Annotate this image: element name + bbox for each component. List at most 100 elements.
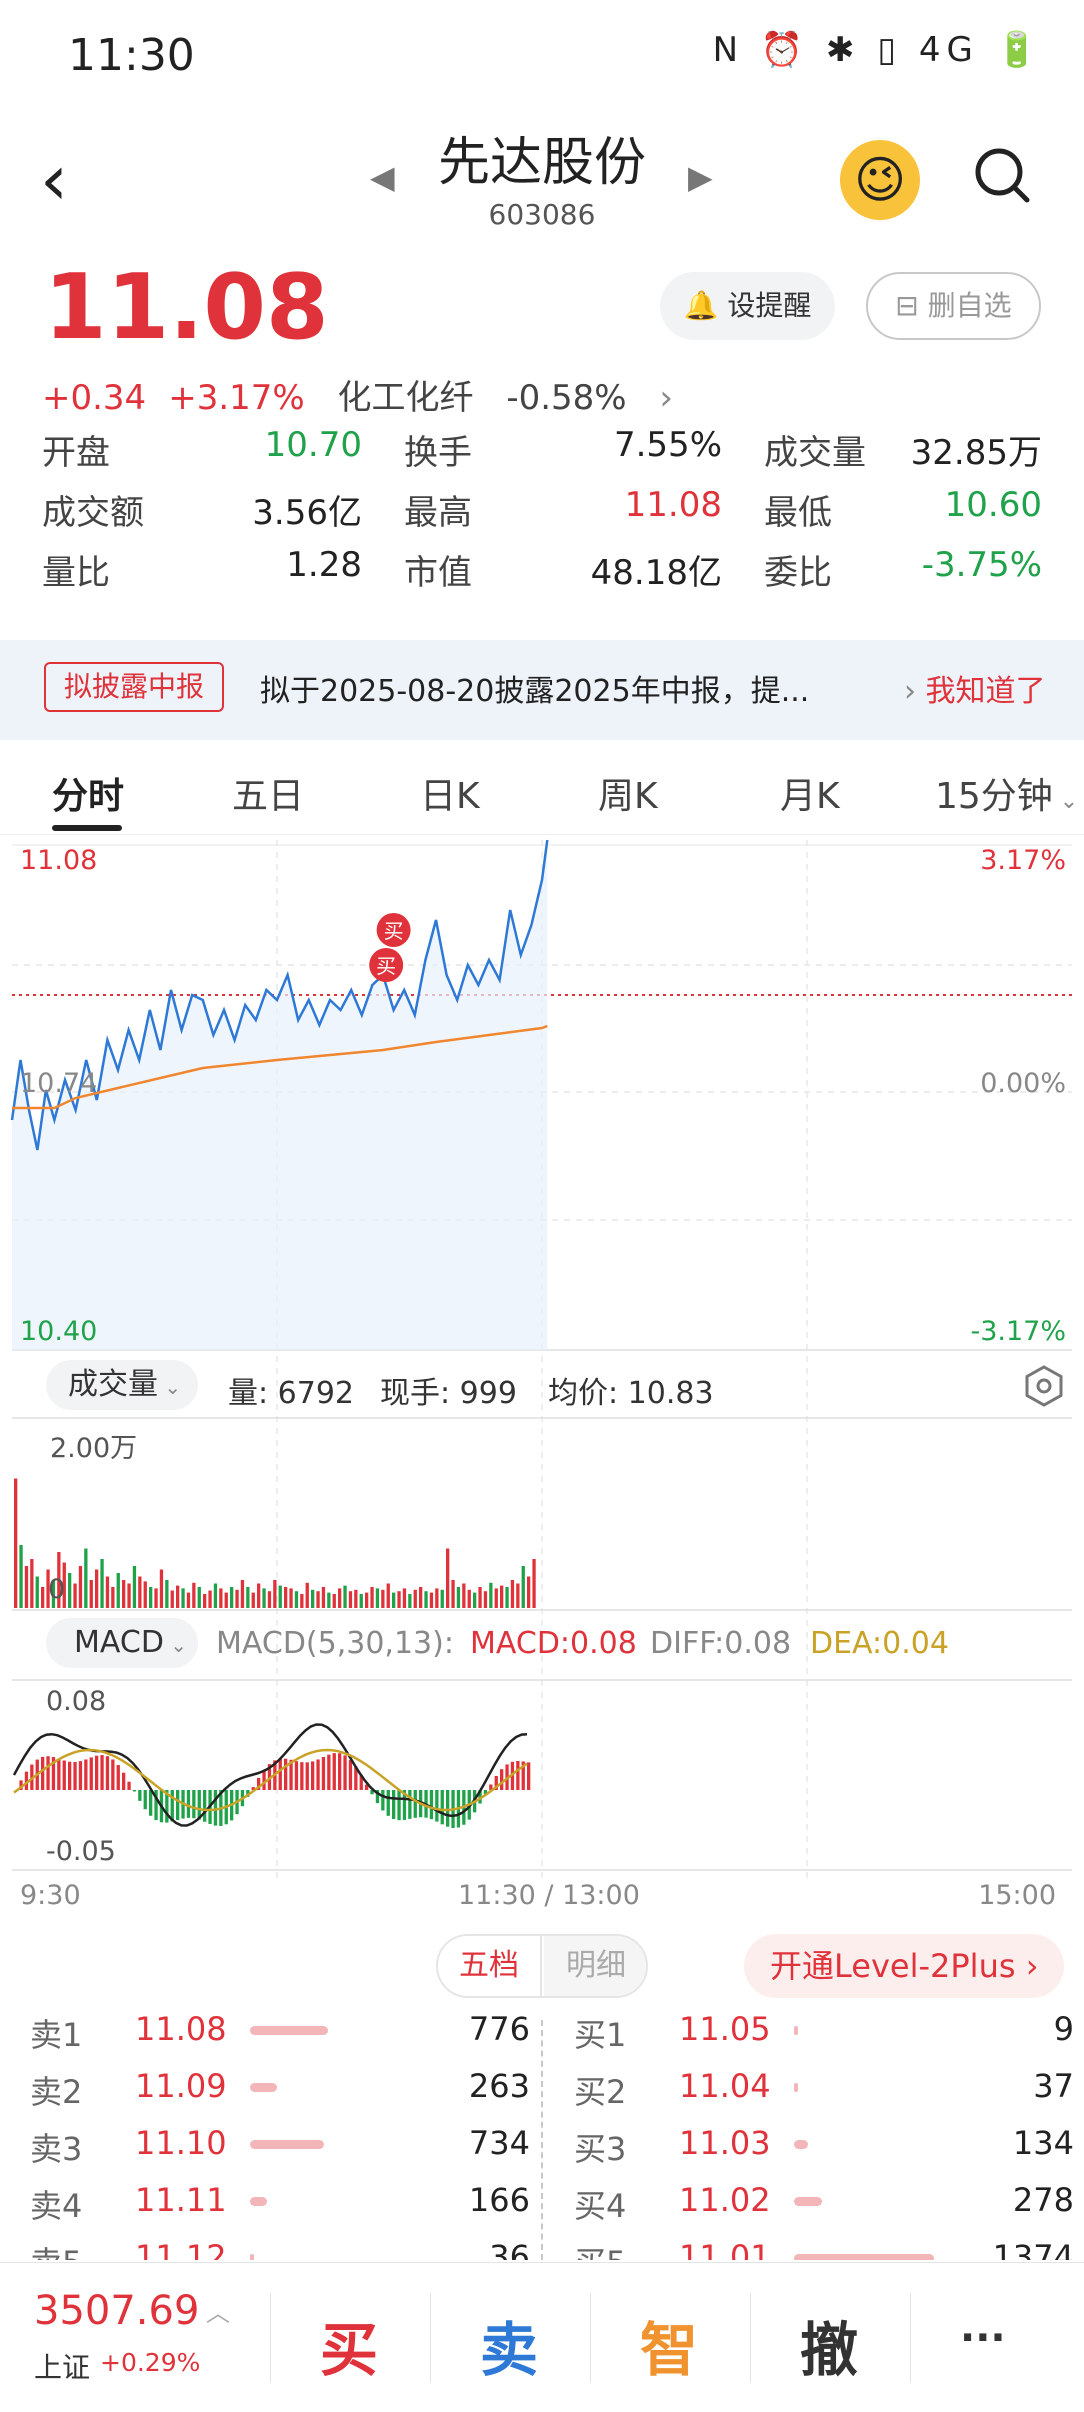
divider	[270, 2293, 271, 2383]
sell-level-row[interactable]: 卖3 11.10 734	[30, 2114, 530, 2171]
volume-bar	[365, 1592, 369, 1608]
buy-marker-label: 买	[384, 919, 404, 943]
notice-dismiss-label: 我知道了	[925, 674, 1046, 709]
volume-bar	[305, 1582, 309, 1608]
buy-level-row[interactable]: 买3 11.03 134	[574, 2114, 1074, 2171]
sell-level-volume: 166	[468, 2181, 530, 2219]
macd-bar	[170, 1790, 174, 1822]
notice-text[interactable]: 拟于2025-08-20披露2025年中报，提...	[260, 666, 809, 710]
sell-level-row[interactable]: 卖2 11.09 263	[30, 2057, 530, 2114]
buy-level-row[interactable]: 买5 11.01 1374	[574, 2228, 1074, 2260]
level2-label: 开通Level-2Plus	[770, 1947, 1016, 1985]
sell-level-row[interactable]: 卖4 11.11 166	[30, 2171, 530, 2228]
status-time: 11:30	[68, 30, 195, 81]
volume-bar	[154, 1588, 158, 1608]
buy-level-volume: 37	[1033, 2067, 1074, 2105]
volume-bar	[413, 1589, 417, 1608]
macd-bar	[57, 1758, 61, 1790]
tab-weekly-k[interactable]: 周K	[598, 767, 658, 819]
price-change-pct: +3.17%	[168, 378, 305, 418]
volume-selector[interactable]: 成交量 ⌄	[46, 1360, 198, 1410]
tab-five-day[interactable]: 五日	[232, 767, 304, 819]
bell-icon: 🔔	[683, 289, 719, 322]
remove-watchlist-button[interactable]: ⊟ 删自选	[866, 272, 1041, 340]
order-book-tabs: 五档 明细	[436, 1934, 648, 1998]
sell-orders: 卖1 11.08 776 卖2 11.09 263 卖3 11.10 734 卖4 11.11 166…	[30, 2000, 530, 2260]
macd-selector-label: MACD	[74, 1625, 164, 1660]
buy-level-volume: 278	[1012, 2181, 1074, 2219]
macd-bar	[332, 1753, 336, 1790]
notice-banner: 拟披露中报 拟于2025-08-20披露2025年中报，提... › 我知道了	[0, 640, 1084, 740]
set-alert-button[interactable]: 🔔 设提醒	[660, 272, 835, 340]
smart-button[interactable]: 智	[640, 2303, 698, 2387]
cancel-order-button[interactable]: 撤	[800, 2303, 858, 2387]
volume-bar	[451, 1580, 455, 1608]
minus-box-icon: ⊟	[895, 289, 919, 322]
buy-level-row[interactable]: 买1 11.05 9	[574, 2000, 1074, 2057]
sell-level-row[interactable]: 卖5 11.12 36	[30, 2228, 530, 2260]
quote-value: 10.70	[264, 425, 362, 465]
stock-name: 先达股份	[437, 133, 646, 193]
tab-detail[interactable]: 明细	[544, 1936, 646, 1996]
volume-bar	[386, 1583, 390, 1608]
tab-15min[interactable]: 15分钟 ⌄	[935, 767, 1078, 819]
macd-selector[interactable]: MACD ⌄	[46, 1618, 198, 1668]
volume-bar	[532, 1559, 536, 1608]
macd-bar	[446, 1790, 450, 1827]
volume-bar	[14, 1478, 18, 1608]
volume-bar	[213, 1583, 218, 1608]
volume-bar	[424, 1591, 428, 1608]
volume-bar	[289, 1588, 293, 1608]
buy-level-row[interactable]: 买2 11.04 37	[574, 2057, 1074, 2114]
mascot-icon[interactable]: 😉	[840, 140, 920, 220]
volume-bar	[24, 1566, 29, 1608]
buy-level-price: 11.02	[679, 2181, 771, 2219]
macd-bar	[73, 1761, 77, 1790]
chevron-right-icon: ›	[1015, 1947, 1039, 1985]
settings-hexagon-icon[interactable]	[1022, 1364, 1066, 1408]
search-icon[interactable]	[972, 145, 1032, 205]
volume-bar	[338, 1588, 342, 1608]
notice-dismiss-button[interactable]: › 我知道了	[904, 666, 1046, 710]
macd-bar	[381, 1790, 385, 1811]
tab-daily-k[interactable]: 日K	[420, 767, 480, 819]
tab-intraday[interactable]: 分时	[52, 767, 124, 819]
status-bar: 11:30 N ⏰ ✱ ▯ 4G 🔋	[0, 0, 1084, 110]
chevron-down-icon: ⌄	[158, 1375, 182, 1399]
industry-link[interactable]: 化工化纤 -0.58% ›	[338, 378, 696, 418]
sell-level-volume: 776	[468, 2010, 530, 2048]
quote-label: 委比	[764, 553, 832, 593]
volume-bar	[68, 1573, 72, 1608]
tab-monthly-k[interactable]: 月K	[780, 767, 840, 819]
quote-label: 最高	[404, 493, 472, 533]
level2-button[interactable]: 开通Level-2Plus ›	[744, 1934, 1064, 1998]
volume-bar	[78, 1566, 83, 1608]
set-alert-label: 设提醒	[727, 289, 812, 322]
volume-bar	[494, 1588, 498, 1608]
quote-value: 10.60	[944, 485, 1042, 525]
buy-level-price: 11.03	[679, 2124, 771, 2162]
volume-bar	[294, 1591, 299, 1608]
volume-bar	[419, 1587, 423, 1608]
sell-level-label: 卖2	[30, 2073, 83, 2111]
macd-bar	[386, 1790, 390, 1816]
quote-label: 开盘	[42, 433, 110, 473]
sell-level-row[interactable]: 卖1 11.08 776	[30, 2000, 530, 2057]
buy-level-row[interactable]: 买4 11.02 278	[574, 2171, 1074, 2228]
more-button[interactable]: ···	[960, 2315, 1006, 2361]
volume-bar	[473, 1592, 477, 1608]
volume-bar	[456, 1587, 461, 1608]
pct-low-label: -3.17%	[970, 1316, 1066, 1347]
volume-bar	[273, 1580, 277, 1608]
tab-five-level[interactable]: 五档	[438, 1936, 542, 1996]
sell-button[interactable]: 卖	[480, 2303, 538, 2387]
volume-bar	[159, 1569, 164, 1608]
volume-bar	[100, 1559, 104, 1608]
buy-button[interactable]: 买	[320, 2303, 378, 2387]
buy-level-bar	[794, 2140, 808, 2149]
index-change: +0.29%	[100, 2348, 201, 2377]
volume-bar	[354, 1589, 358, 1608]
pct-mid-label: 0.00%	[980, 1068, 1066, 1099]
volume-bar	[527, 1576, 531, 1608]
next-stock-icon[interactable]: ▶	[688, 158, 713, 196]
